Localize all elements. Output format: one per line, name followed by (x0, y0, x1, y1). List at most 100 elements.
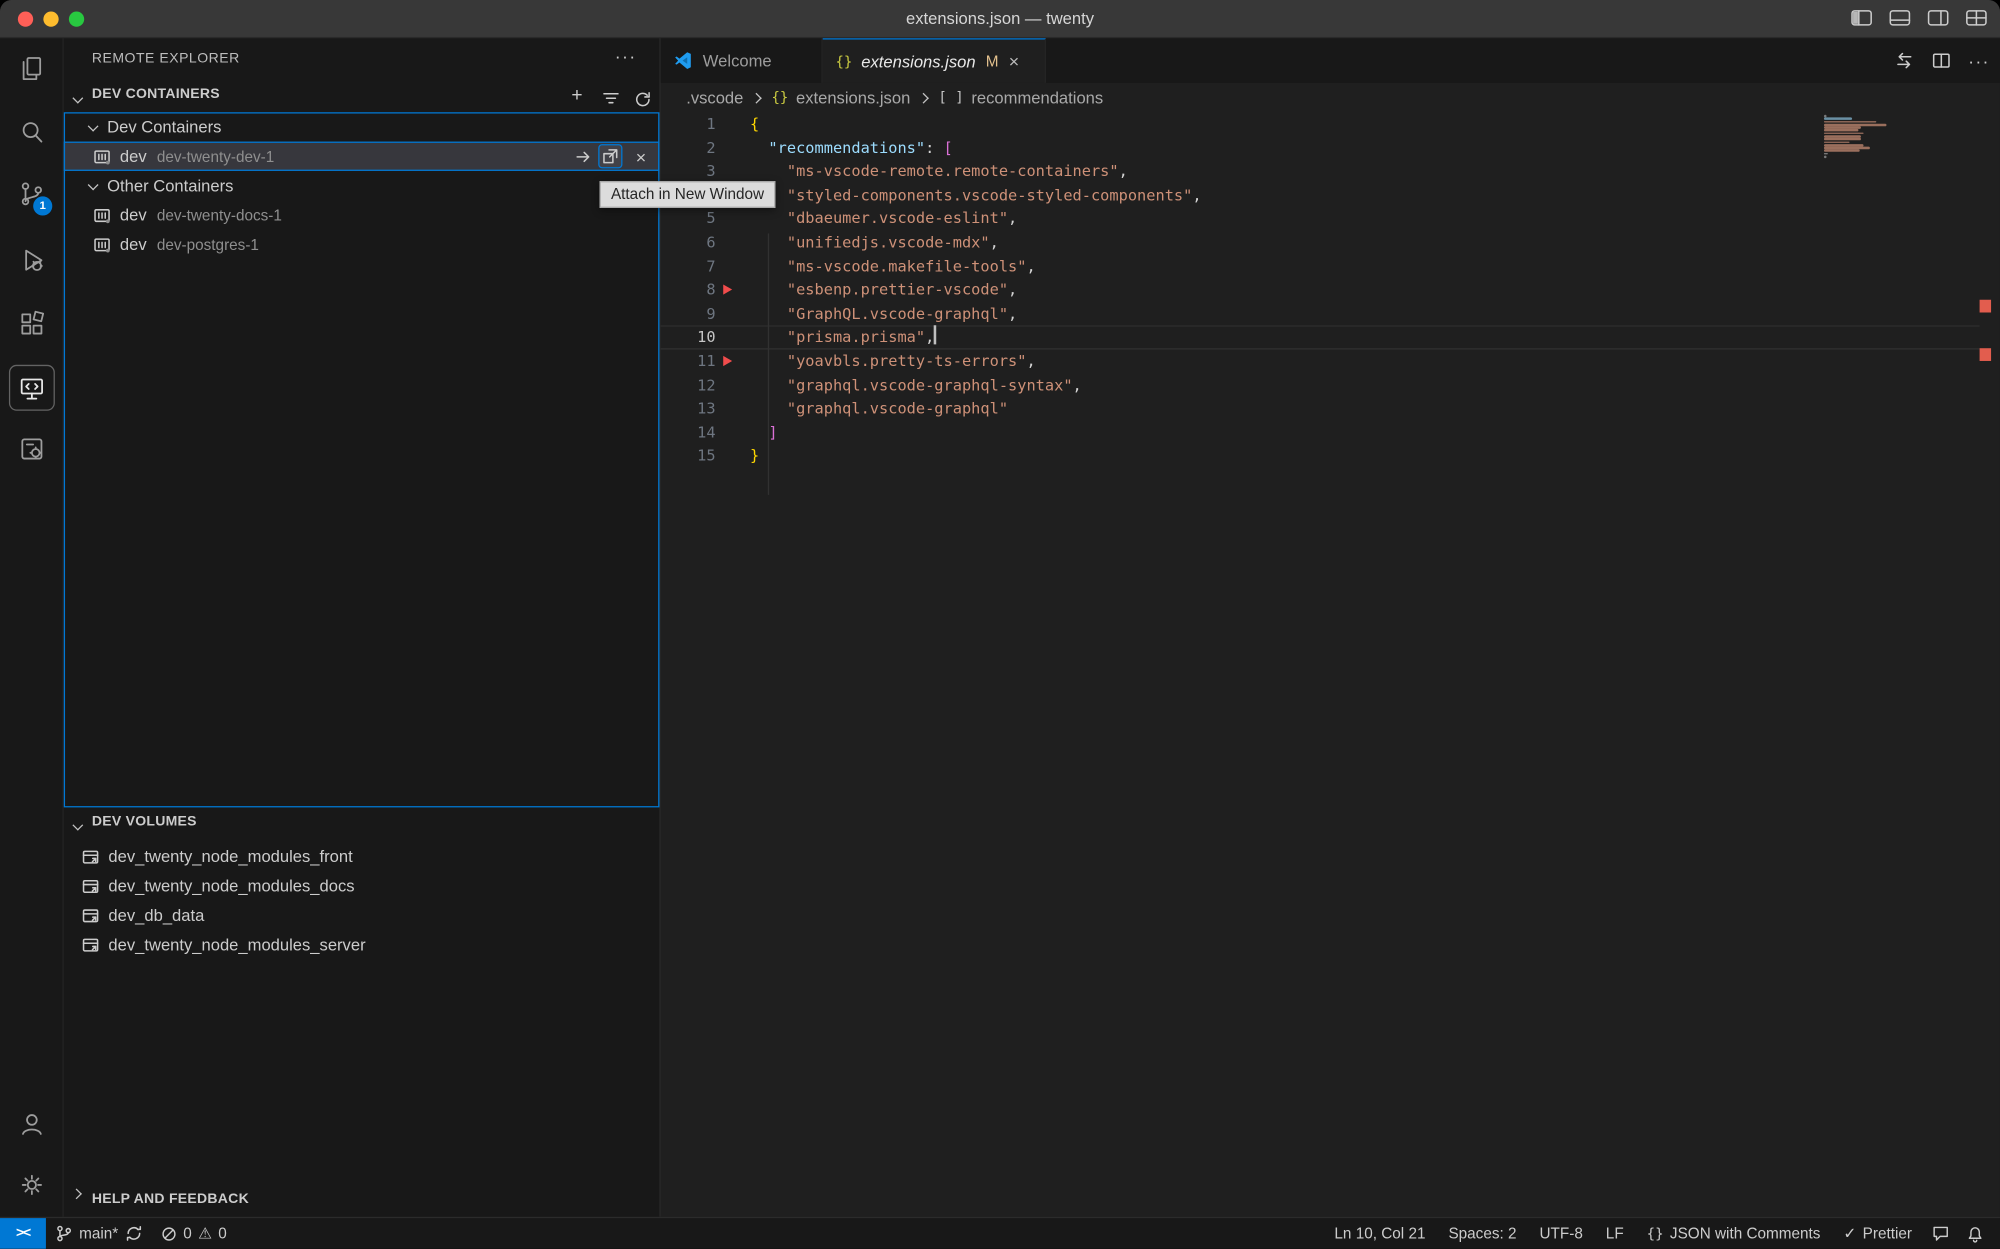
refresh-icon[interactable] (633, 89, 653, 108)
array-symbol-icon: [ ] (938, 89, 963, 106)
toggle-sidebar-icon[interactable] (1851, 9, 1873, 27)
title-bar: extensions.json — twenty (0, 0, 2000, 38)
more-actions-icon[interactable]: ··· (1968, 50, 1990, 70)
language-mode-item[interactable]: {} JSON with Comments (1638, 1217, 1830, 1248)
notifications-bell-icon[interactable] (1966, 1224, 1985, 1243)
volume-item[interactable]: dev_twenty_node_modules_front (64, 842, 660, 871)
code-line[interactable]: 1{ (661, 112, 1980, 136)
sync-icon (125, 1224, 143, 1242)
section-dev-containers[interactable]: DEV CONTAINERS (92, 87, 220, 102)
account-icon[interactable] (17, 1108, 48, 1139)
errors-icon (160, 1225, 177, 1242)
tooltip: Attach in New Window (599, 181, 775, 208)
language-braces-icon: {} (1647, 1225, 1664, 1242)
sidebar-more-actions-icon[interactable]: ··· (615, 46, 637, 66)
explorer-icon[interactable] (17, 54, 48, 85)
remove-container-icon[interactable]: × (629, 144, 653, 168)
container-icon (92, 205, 112, 225)
settings-gear-icon[interactable] (17, 1170, 48, 1201)
tree-item-dev-twenty-docs-1[interactable]: dev dev-twenty-docs-1 (64, 200, 660, 229)
containers-icon[interactable] (17, 434, 48, 465)
problems-item[interactable]: 0 ⚠ 0 (151, 1217, 235, 1248)
tab-welcome[interactable]: Welcome (661, 38, 823, 83)
breadcrumb-symbol[interactable]: recommendations (971, 88, 1103, 107)
volume-item[interactable]: dev_twenty_node_modules_docs (64, 871, 660, 900)
code-line[interactable]: 10 "prisma.prisma", (661, 326, 1980, 350)
code-line[interactable]: 4 "styled-components.vscode-styled-compo… (661, 183, 1980, 207)
search-icon[interactable] (17, 117, 48, 148)
code-line[interactable]: 8 "esbenp.prettier-vscode", (661, 278, 1980, 302)
remote-explorer-icon[interactable] (17, 374, 48, 405)
git-branch-item[interactable]: main* (46, 1217, 151, 1248)
section-dev-volumes[interactable]: DEV VOLUMES (92, 814, 197, 829)
sidebar-title: REMOTE EXPLORER (92, 51, 240, 66)
feedback-icon[interactable] (1931, 1224, 1950, 1242)
sidebar-remote-explorer: REMOTE EXPLORER ··· DEV CONTAINERS + Dev… (64, 38, 661, 1217)
vscode-logo-icon (673, 51, 692, 70)
eol-item[interactable]: LF (1597, 1217, 1633, 1248)
breadcrumbs: .vscode {} extensions.json [ ] recommend… (661, 83, 2000, 112)
help-collapse-icon[interactable] (71, 1184, 84, 1207)
code-line[interactable]: 13 "graphql.vscode-graphql" (661, 397, 1980, 421)
code-line[interactable]: 6 "unifiedjs.vscode-mdx", (661, 231, 1980, 255)
breadcrumb-file[interactable]: extensions.json (796, 88, 910, 107)
check-icon: ✓ (1843, 1224, 1856, 1242)
code-editor[interactable]: 1{2 "recommendations": [3 "ms-vscode-rem… (661, 112, 2000, 1217)
add-dev-container-icon[interactable]: + (571, 84, 582, 106)
editor-group: Welcome {} extensions.json M × ··· .vsco… (661, 38, 2000, 1217)
branch-icon (55, 1224, 73, 1242)
warnings-icon: ⚠ (198, 1224, 212, 1242)
breadcrumb-folder[interactable]: .vscode (686, 88, 743, 107)
code-lines[interactable]: 1{2 "recommendations": [3 "ms-vscode-rem… (661, 112, 1980, 468)
attach-current-window-icon[interactable] (571, 144, 595, 168)
tree-item-dev-postgres-1[interactable]: dev dev-postgres-1 (64, 230, 660, 259)
toggle-secondary-sidebar-icon[interactable] (1927, 9, 1949, 27)
volume-icon (80, 934, 100, 954)
overview-ruler-mark (1980, 348, 1991, 361)
code-line[interactable]: 2 "recommendations": [ (661, 136, 1980, 160)
formatter-item[interactable]: ✓ Prettier (1835, 1217, 1921, 1248)
filter-list-icon[interactable] (601, 89, 621, 107)
run-debug-icon[interactable] (17, 245, 48, 276)
extensions-icon[interactable] (17, 309, 48, 340)
tree-group-dev-containers[interactable]: Dev Containers (64, 112, 660, 141)
toggle-panel-icon[interactable] (1889, 9, 1911, 27)
text-cursor (933, 326, 936, 345)
container-icon (92, 234, 112, 254)
code-line[interactable]: 14 ] (661, 421, 1980, 445)
overview-ruler-mark (1980, 300, 1991, 313)
split-editor-icon[interactable] (1931, 51, 1951, 70)
code-line[interactable]: 7 "ms-vscode.makefile-tools", (661, 255, 1980, 279)
code-line[interactable]: 11 "yoavbls.pretty-ts-errors", (661, 349, 1980, 373)
tree-group-other-containers[interactable]: Other Containers (64, 171, 660, 200)
dev-volumes-collapse-icon[interactable] (71, 816, 84, 839)
volume-item[interactable]: dev_db_data (64, 901, 660, 930)
encoding-item[interactable]: UTF-8 (1531, 1217, 1592, 1248)
code-line[interactable]: 3 "ms-vscode-remote.remote-containers", (661, 160, 1980, 184)
scm-badge: 1 (33, 196, 52, 215)
code-line[interactable]: 12 "graphql.vscode-graphql-syntax", (661, 373, 1980, 397)
status-bar: >< main* 0 ⚠ 0 Ln 10, Col 21 Spaces: 2 U… (0, 1217, 2000, 1249)
json-symbol-icon: {} (771, 89, 788, 106)
customize-layout-icon[interactable] (1966, 9, 1988, 27)
volume-icon (80, 905, 100, 925)
section-help-feedback[interactable]: HELP AND FEEDBACK (92, 1191, 249, 1206)
code-line[interactable]: 9 "GraphQL.vscode-graphql", (661, 302, 1980, 326)
indentation-item[interactable]: Spaces: 2 (1440, 1217, 1526, 1248)
tree-item-dev-twenty-dev-1[interactable]: dev dev-twenty-dev-1 × (64, 142, 660, 171)
code-line[interactable]: 15} (661, 444, 1980, 468)
cursor-position-item[interactable]: Ln 10, Col 21 (1325, 1217, 1434, 1248)
gutter-marker-icon (723, 356, 732, 366)
open-changes-icon[interactable] (1894, 51, 1914, 70)
code-line[interactable]: 5 "dbaeumer.vscode-eslint", (661, 207, 1980, 231)
remote-indicator[interactable]: >< (0, 1217, 46, 1248)
close-tab-icon[interactable]: × (1009, 51, 1019, 71)
modified-badge: M (986, 52, 999, 70)
dev-containers-collapse-icon[interactable] (71, 89, 84, 112)
tab-bar: Welcome {} extensions.json M × ··· (661, 38, 2000, 83)
attach-new-window-icon[interactable] (598, 144, 622, 168)
tab-extensions-json[interactable]: {} extensions.json M × (823, 38, 1046, 83)
volume-item[interactable]: dev_twenty_node_modules_server (64, 930, 660, 959)
gutter-marker-icon (723, 285, 732, 295)
minimap[interactable] (1824, 115, 1895, 159)
